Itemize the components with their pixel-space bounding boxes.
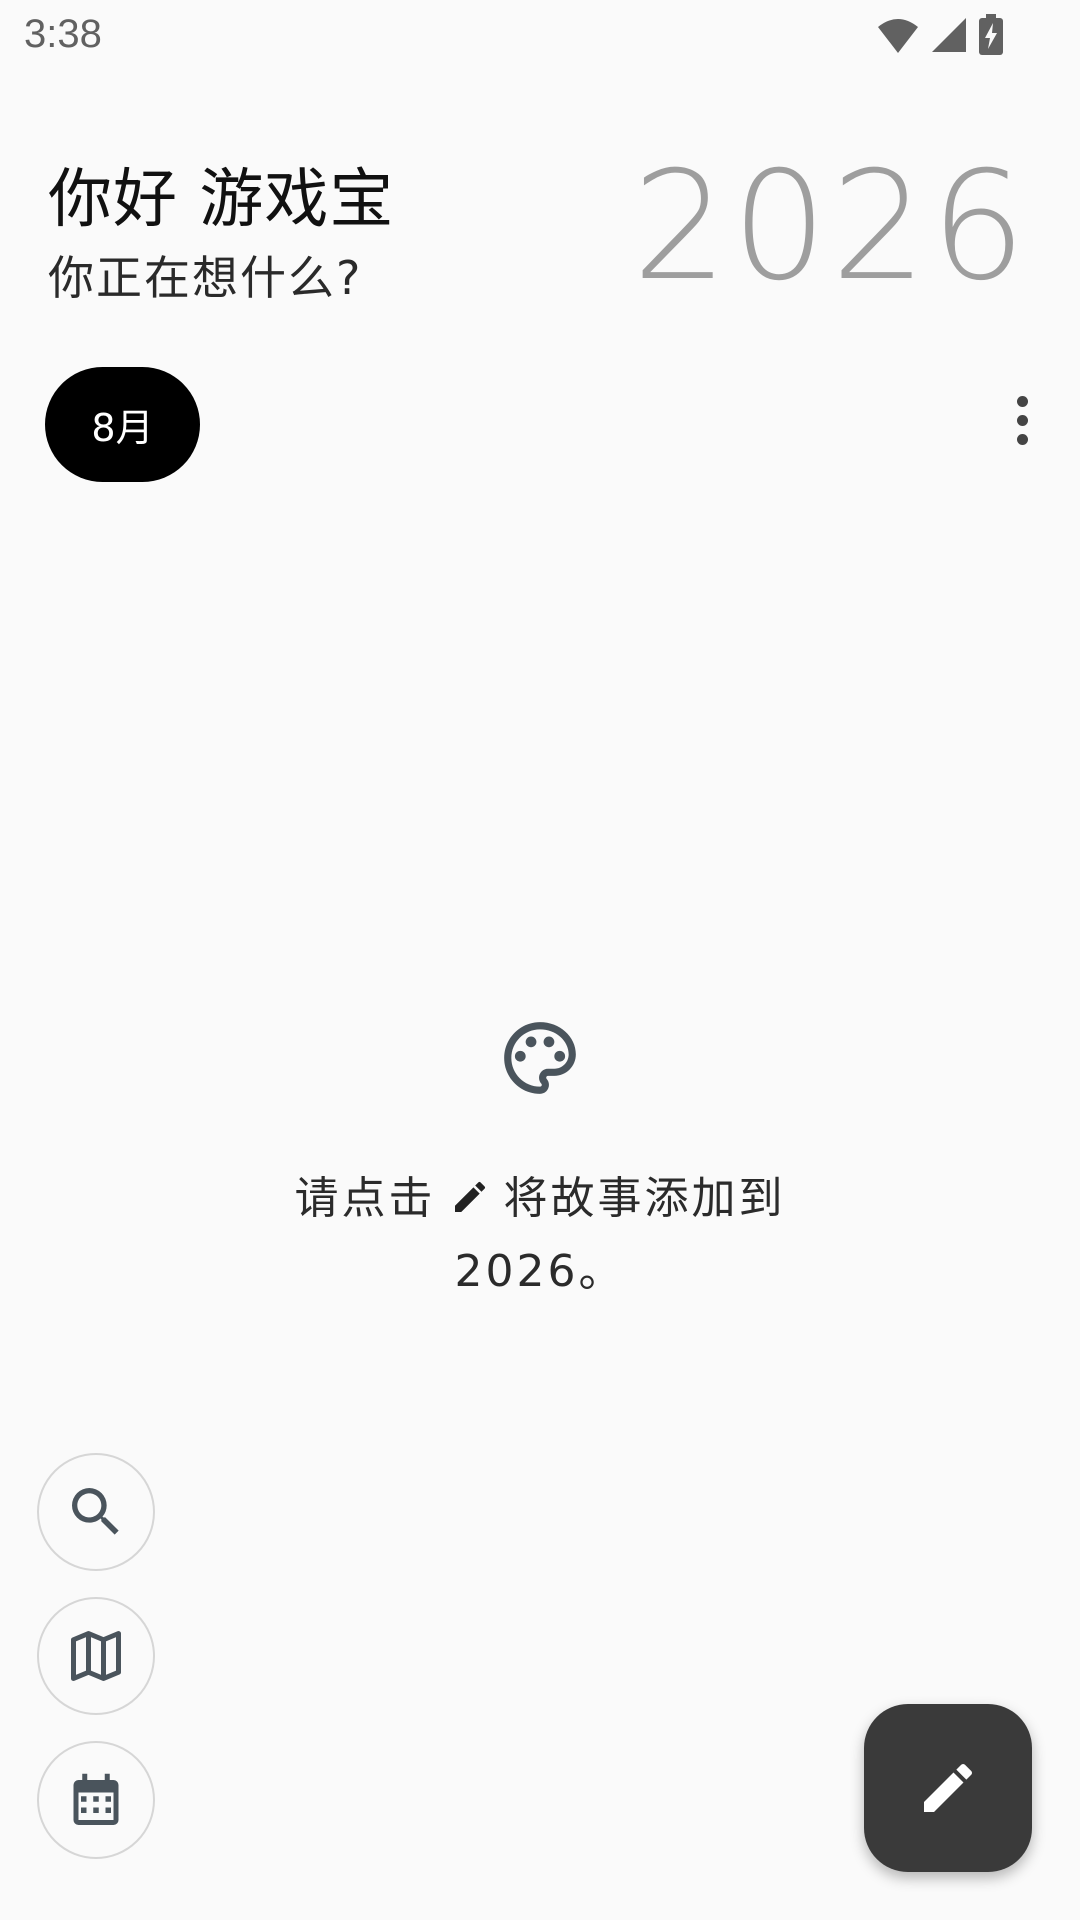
battery-charging-icon xyxy=(979,14,1003,55)
search-button[interactable] xyxy=(37,1453,155,1571)
more-options-button[interactable] xyxy=(994,380,1050,460)
year-display[interactable]: 2026 xyxy=(632,140,1030,314)
empty-text-before: 请点击 xyxy=(294,1173,436,1224)
pencil-icon xyxy=(924,1763,973,1812)
greeting-title: 你好 游戏宝 xyxy=(48,163,395,237)
pencil-icon xyxy=(450,1177,490,1228)
calendar-button[interactable] xyxy=(37,1741,155,1859)
cell-signal-icon xyxy=(932,18,966,52)
search-icon xyxy=(72,1488,119,1535)
add-story-fab[interactable] xyxy=(864,1704,1032,1872)
status-time: 3:38 xyxy=(24,12,102,56)
empty-text-after: 将故事添加到 xyxy=(503,1173,786,1224)
empty-state-message: 请点击 将故事添加到 xyxy=(0,1162,1080,1228)
map-button[interactable] xyxy=(37,1597,155,1715)
palette-icon xyxy=(504,1022,576,1094)
empty-state-year: 2026。 xyxy=(454,1246,626,1297)
more-vert-icon xyxy=(1016,395,1028,407)
greeting-subtitle: 你正在想什么? xyxy=(48,251,363,305)
map-icon xyxy=(71,1631,121,1681)
status-icons xyxy=(876,14,1004,56)
month-chip[interactable]: 8月 xyxy=(45,367,200,482)
home-screen: 3:38 你好 游戏宝 你正在想什么? 2026 8月 请点击 将故事添加到 20… xyxy=(0,0,1080,1920)
wifi-icon xyxy=(878,19,918,53)
calendar-icon xyxy=(73,1773,119,1825)
